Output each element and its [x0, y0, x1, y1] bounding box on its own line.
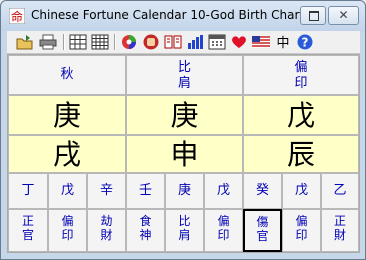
ten-god-4-line2: 神: [139, 228, 152, 242]
ten-god-8-line1: 偏: [295, 214, 308, 228]
ten-god-1-line2: 官: [21, 228, 34, 242]
bar-chart-icon[interactable]: [186, 34, 204, 50]
chart-header-1-line1: 秋: [60, 67, 74, 82]
hidden-stem-1[interactable]: 丁: [8, 173, 48, 209]
maximize-button[interactable]: [300, 6, 326, 25]
toolbar-separator: [63, 34, 65, 50]
ten-god-5-line1: 比: [178, 214, 191, 228]
ten-god-6-line2: 印: [217, 228, 230, 242]
print-icon[interactable]: [39, 34, 57, 50]
hidden-stem-4[interactable]: 壬: [126, 173, 165, 209]
ten-god-5-line2: 肩: [178, 228, 191, 242]
title-bar[interactable]: 命 Chinese Fortune Calendar 10-God Birth …: [1, 1, 365, 31]
chart-header-2-line1: 比: [177, 60, 191, 75]
ten-god-3-line2: 財: [100, 228, 113, 242]
ten-god-2[interactable]: 偏 印: [48, 209, 87, 252]
hidden-stem-3[interactable]: 辛: [87, 173, 126, 209]
earthly-branch-1[interactable]: 戌: [8, 135, 126, 173]
app-icon: 命: [9, 8, 25, 24]
ten-god-9-line2: 財: [333, 228, 346, 242]
maximize-icon: [309, 11, 319, 21]
hidden-stem-8[interactable]: 戊: [282, 173, 321, 209]
chart-header-3: 偏 印: [243, 55, 359, 95]
ten-god-9-line1: 正: [333, 214, 346, 228]
ten-god-7[interactable]: 傷 官: [243, 209, 282, 252]
close-button[interactable]: ✕: [328, 6, 359, 25]
chart-header-3-line1: 偏: [294, 60, 308, 75]
ten-god-4[interactable]: 食 神: [126, 209, 165, 252]
toolbar-separator: [114, 34, 116, 50]
earthly-branch-2[interactable]: 申: [126, 135, 243, 173]
grid-large-icon[interactable]: [91, 34, 109, 50]
ten-god-7-line2: 官: [256, 229, 269, 243]
book-icon[interactable]: [164, 34, 182, 50]
hidden-stem-2[interactable]: 戊: [48, 173, 87, 209]
svg-text:中: 中: [276, 36, 289, 50]
window-title: Chinese Fortune Calendar 10-God Birth Ch…: [31, 8, 305, 22]
calendar-icon[interactable]: [208, 34, 226, 50]
ten-god-2-line1: 偏: [61, 214, 74, 228]
hand-icon[interactable]: [142, 34, 160, 50]
ten-god-7-line1: 傷: [256, 215, 269, 229]
toolbar: 中 ?: [7, 31, 360, 54]
ten-god-6-line1: 偏: [217, 214, 230, 228]
svg-text:命: 命: [11, 9, 23, 24]
help-icon[interactable]: ?: [296, 34, 314, 50]
heavenly-stem-3[interactable]: 戊: [243, 95, 359, 135]
ten-god-8[interactable]: 偏 印: [282, 209, 321, 252]
hidden-stem-6[interactable]: 戊: [204, 173, 243, 209]
chart-header-2-line2: 肩: [177, 76, 191, 91]
ten-god-8-line2: 印: [295, 228, 308, 242]
hidden-stem-9[interactable]: 乙: [321, 173, 359, 209]
close-icon: ✕: [338, 8, 349, 22]
ten-god-5[interactable]: 比 肩: [165, 209, 204, 252]
chinese-char-icon[interactable]: 中: [274, 34, 292, 50]
earthly-branch-3[interactable]: 辰: [243, 135, 359, 173]
ten-god-2-line2: 印: [61, 228, 74, 242]
chart-header-3-line2: 印: [294, 76, 308, 91]
heavenly-stem-1[interactable]: 庚: [8, 95, 126, 135]
hidden-stem-7[interactable]: 癸: [243, 173, 282, 209]
ten-god-6[interactable]: 偏 印: [204, 209, 243, 252]
heavenly-stem-2[interactable]: 庚: [126, 95, 243, 135]
chart-header-2: 比 肩: [126, 55, 243, 95]
svg-text:?: ?: [302, 36, 309, 50]
ten-god-3-line1: 劫: [100, 214, 113, 228]
birth-chart-grid: 秋 比 肩 偏 印 庚 庚 戊 戌 申 辰 丁 戊 辛 壬 庚 戊 癸 戊 乙 …: [7, 54, 360, 253]
ten-god-1[interactable]: 正 官: [8, 209, 48, 252]
app-window: 命 Chinese Fortune Calendar 10-God Birth …: [0, 0, 366, 260]
ten-god-3[interactable]: 劫 財: [87, 209, 126, 252]
ten-god-4-line1: 食: [139, 214, 152, 228]
grid-small-icon[interactable]: [69, 34, 87, 50]
ten-god-1-line1: 正: [21, 214, 34, 228]
color-wheel-icon[interactable]: [120, 34, 138, 50]
chart-header-1: 秋: [8, 55, 126, 95]
us-flag-icon[interactable]: [252, 34, 270, 50]
ten-god-9[interactable]: 正 財: [321, 209, 359, 252]
heart-icon[interactable]: [230, 34, 248, 50]
hidden-stem-5[interactable]: 庚: [165, 173, 204, 209]
open-folder-icon[interactable]: [16, 34, 34, 50]
